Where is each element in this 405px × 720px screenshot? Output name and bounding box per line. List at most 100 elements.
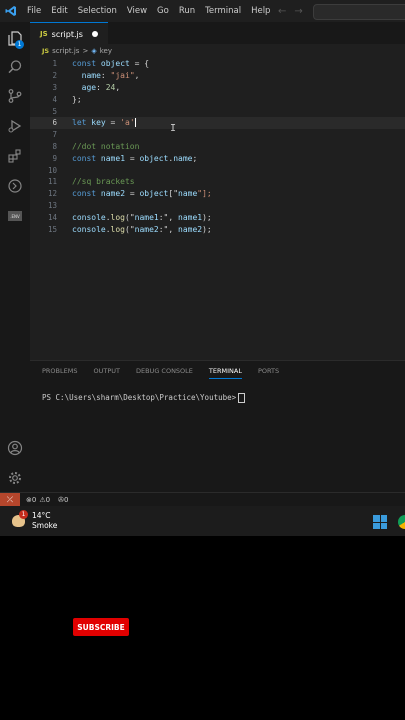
terminal-output[interactable]: PS C:\Users\sharm\Desktop\Practice\Youtu…: [42, 393, 246, 403]
line-number: 2: [52, 71, 57, 81]
code-line[interactable]: 4};: [30, 93, 405, 105]
code-text: console.log("name2:", name2);: [72, 224, 212, 234]
weather-badge: 1: [19, 510, 28, 519]
mouse-ibeam-cursor-icon: I: [170, 123, 177, 134]
breadcrumb: JS script.js > ◈ key: [42, 45, 112, 57]
line-number: 5: [52, 106, 57, 116]
source-control-icon[interactable]: [0, 82, 30, 110]
code-line[interactable]: 13: [30, 200, 405, 212]
code-line[interactable]: 15 console.log("name2:", name2);: [30, 223, 405, 235]
code-text: age: 24,: [81, 82, 121, 92]
code-text: name: "jai",: [81, 71, 140, 81]
run-debug-icon[interactable]: [0, 112, 30, 140]
line-number: 7: [52, 130, 57, 140]
line-number: 3: [52, 82, 57, 92]
ports-count[interactable]: 0: [64, 496, 68, 504]
code-line[interactable]: 14 console.log("name1:", name1);: [30, 211, 405, 223]
code-line[interactable]: 8 //dot notation: [30, 141, 405, 153]
code-text: const name1 = object.name;: [72, 153, 198, 163]
command-center-search[interactable]: [313, 4, 405, 20]
line-number: 14: [47, 212, 57, 222]
line-number: 15: [47, 224, 57, 234]
line-number: 4: [52, 94, 57, 104]
chrome-icon[interactable]: [398, 515, 405, 529]
menu-view[interactable]: View: [122, 0, 152, 22]
menu-edit[interactable]: Edit: [46, 0, 72, 22]
account-icon[interactable]: [0, 434, 30, 462]
code-line[interactable]: 12 const name2 = object["name"];: [30, 188, 405, 200]
code-line[interactable]: 9 const name1 = object.name;: [30, 152, 405, 164]
code-line[interactable]: 6 let key = 'a': [30, 116, 405, 129]
menu-terminal[interactable]: Terminal: [200, 0, 246, 22]
tab-label: script.js: [51, 29, 83, 39]
remote-explorer-icon[interactable]: [0, 172, 30, 200]
tab-ports[interactable]: PORTS: [258, 367, 279, 379]
tab-problems[interactable]: PROBLEMS: [42, 367, 77, 379]
menu-help[interactable]: Help: [246, 0, 275, 22]
code-text: };: [72, 94, 82, 104]
line-number: 12: [47, 189, 57, 199]
editor-tab-bar: JS script.js: [30, 22, 405, 45]
warning-count[interactable]: 0: [46, 496, 50, 504]
js-file-icon: JS: [40, 30, 48, 38]
status-bar: ⤫ ⊗ 0 ⚠ 0 ✇ 0: [0, 492, 405, 507]
tab-terminal[interactable]: TERMINAL: [208, 367, 242, 379]
code-line[interactable]: 10: [30, 164, 405, 176]
explorer-icon[interactable]: 1: [0, 24, 30, 52]
search-icon[interactable]: [0, 53, 30, 81]
explorer-badge: 1: [15, 40, 24, 49]
error-count[interactable]: 0: [32, 496, 36, 504]
code-line[interactable]: 5: [30, 105, 405, 117]
panel-tabs: PROBLEMS OUTPUT DEBUG CONSOLE TERMINAL P…: [42, 367, 279, 379]
breadcrumb-symbol[interactable]: key: [100, 47, 112, 55]
line-number: 11: [47, 177, 57, 187]
line-number: 9: [52, 153, 57, 163]
line-number: 10: [47, 165, 57, 175]
title-bar: File Edit Selection View Go Run Terminal…: [0, 0, 405, 22]
subscribe-button[interactable]: SUBSCRIBE: [73, 618, 129, 636]
code-text: const name2 = object["name"];: [72, 189, 212, 199]
editor-area: JS script.js JS script.js > ◈ key 1 const…: [30, 22, 405, 360]
nav-arrows: ← →: [278, 0, 303, 22]
remote-indicator-icon[interactable]: ⤫: [0, 493, 20, 507]
line-number: 13: [47, 200, 57, 210]
windows-start-icon[interactable]: [373, 515, 387, 529]
code-line[interactable]: 3 age: 24,: [30, 82, 405, 94]
vscode-logo-icon: [0, 0, 22, 22]
code-line[interactable]: 2 name: "jai",: [30, 70, 405, 82]
code-line[interactable]: 7: [30, 129, 405, 141]
code-editor[interactable]: 1 const object = {2 name: "jai", 3 age: 24…: [30, 58, 405, 235]
breadcrumb-file[interactable]: script.js: [52, 47, 79, 55]
forward-arrow-icon[interactable]: →: [294, 6, 302, 17]
code-text: let key = 'a': [72, 118, 136, 128]
settings-gear-icon[interactable]: [0, 464, 30, 492]
terminal-cursor: [238, 393, 246, 403]
back-arrow-icon[interactable]: ←: [278, 6, 286, 17]
windows-taskbar: 1 14°C Smoke: [0, 506, 405, 536]
menu-go[interactable]: Go: [152, 0, 174, 22]
weather-condition[interactable]: Smoke: [32, 521, 57, 530]
code-text: //dot notation: [72, 141, 140, 151]
tab-script-js[interactable]: JS script.js: [30, 22, 108, 45]
menu-selection[interactable]: Selection: [73, 0, 122, 22]
code-text: //sq brackets: [72, 177, 135, 187]
tab-output[interactable]: OUTPUT: [93, 367, 120, 379]
menu-bar: File Edit Selection View Go Run Terminal…: [22, 0, 275, 22]
symbol-variable-icon: ◈: [91, 47, 97, 55]
env-file-icon[interactable]: .ENV: [0, 202, 30, 230]
terminal-prompt: PS C:\Users\sharm\Desktop\Practice\Youtu…: [42, 393, 237, 402]
code-text: console.log("name1:", name1);: [72, 212, 212, 222]
weather-temperature[interactable]: 14°C: [32, 511, 51, 520]
menu-file[interactable]: File: [22, 0, 46, 22]
unsaved-dot-icon[interactable]: [92, 31, 98, 37]
code-text: const object = {: [72, 59, 150, 69]
extensions-icon[interactable]: [0, 142, 30, 170]
activity-bar: 1 .ENV: [0, 22, 30, 492]
menu-run[interactable]: Run: [174, 0, 200, 22]
code-line[interactable]: 1 const object = {: [30, 58, 405, 70]
line-number: 1: [52, 59, 57, 69]
code-line[interactable]: 11 //sq brackets: [30, 176, 405, 188]
line-number: 6: [52, 118, 57, 128]
tab-debug-console[interactable]: DEBUG CONSOLE: [136, 367, 193, 379]
bottom-panel: PROBLEMS OUTPUT DEBUG CONSOLE TERMINAL P…: [30, 360, 405, 493]
